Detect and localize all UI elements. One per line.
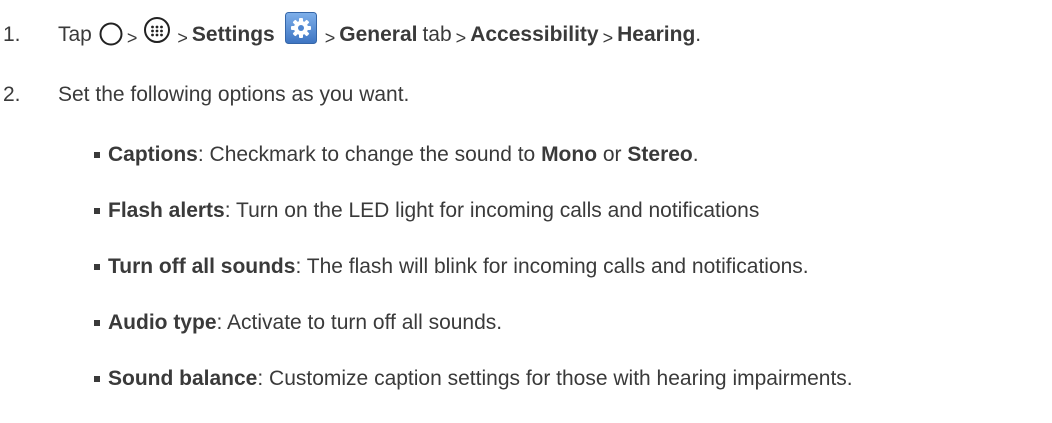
tab-text: tab — [422, 23, 452, 46]
option-strong: Stereo — [627, 143, 693, 166]
separator: > — [126, 27, 138, 48]
bullet-square-icon — [94, 320, 100, 326]
option-term: Turn off all sounds — [108, 255, 296, 278]
option-term: Captions — [108, 143, 198, 166]
option-desc: The flash will blink for incoming calls … — [301, 255, 809, 278]
list-item: Sound balance: Customize caption setting… — [94, 365, 853, 421]
apps-icon — [143, 16, 171, 44]
general-label: General — [339, 23, 418, 46]
list-item: Turn off all sounds: The flash will blin… — [94, 253, 853, 309]
bullet-square-icon — [94, 376, 100, 382]
bullet-square-icon — [94, 152, 100, 158]
separator: > — [455, 27, 467, 48]
list-item: Captions: Checkmark to change the sound … — [94, 141, 853, 197]
option-term: Sound balance — [108, 367, 258, 390]
hearing-label: Hearing — [617, 23, 696, 46]
accessibility-label: Accessibility — [470, 23, 599, 46]
option-strong: Mono — [541, 143, 598, 166]
step-number: 2. — [3, 83, 21, 106]
list-item: Audio type: Activate to turn off all sou… — [94, 309, 853, 365]
option-desc: . — [692, 143, 699, 166]
option-term: Audio type — [108, 311, 217, 334]
option-desc: Customize caption settings for those wit… — [263, 367, 853, 390]
settings-gear-icon — [284, 12, 317, 44]
period: . — [695, 23, 702, 46]
list-item: Flash alerts: Turn on the LED light for … — [94, 197, 853, 253]
bullet-square-icon — [94, 264, 100, 270]
options-list: Captions: Checkmark to change the sound … — [94, 141, 853, 421]
step-2: 2. Set the following options as you want… — [0, 80, 409, 110]
tap-text: Tap — [58, 23, 92, 46]
option-desc: Turn on the LED light for incoming calls… — [230, 199, 760, 222]
bullet-square-icon — [94, 208, 100, 214]
option-desc: Activate to turn off all sounds. — [222, 311, 503, 334]
settings-label: Settings — [191, 23, 275, 46]
separator: > — [602, 27, 614, 48]
step-1: 1. Tap > > Settings > General tab > Acce… — [0, 12, 702, 55]
step-text: Set the following options as you want. — [58, 83, 410, 106]
option-term: Flash alerts — [108, 199, 225, 222]
option-desc: or — [597, 143, 628, 166]
separator: > — [177, 27, 188, 48]
separator: > — [324, 27, 336, 48]
home-circle-icon — [99, 22, 123, 46]
step-number: 1. — [3, 23, 21, 46]
option-desc: Checkmark to change the sound to — [203, 143, 542, 166]
